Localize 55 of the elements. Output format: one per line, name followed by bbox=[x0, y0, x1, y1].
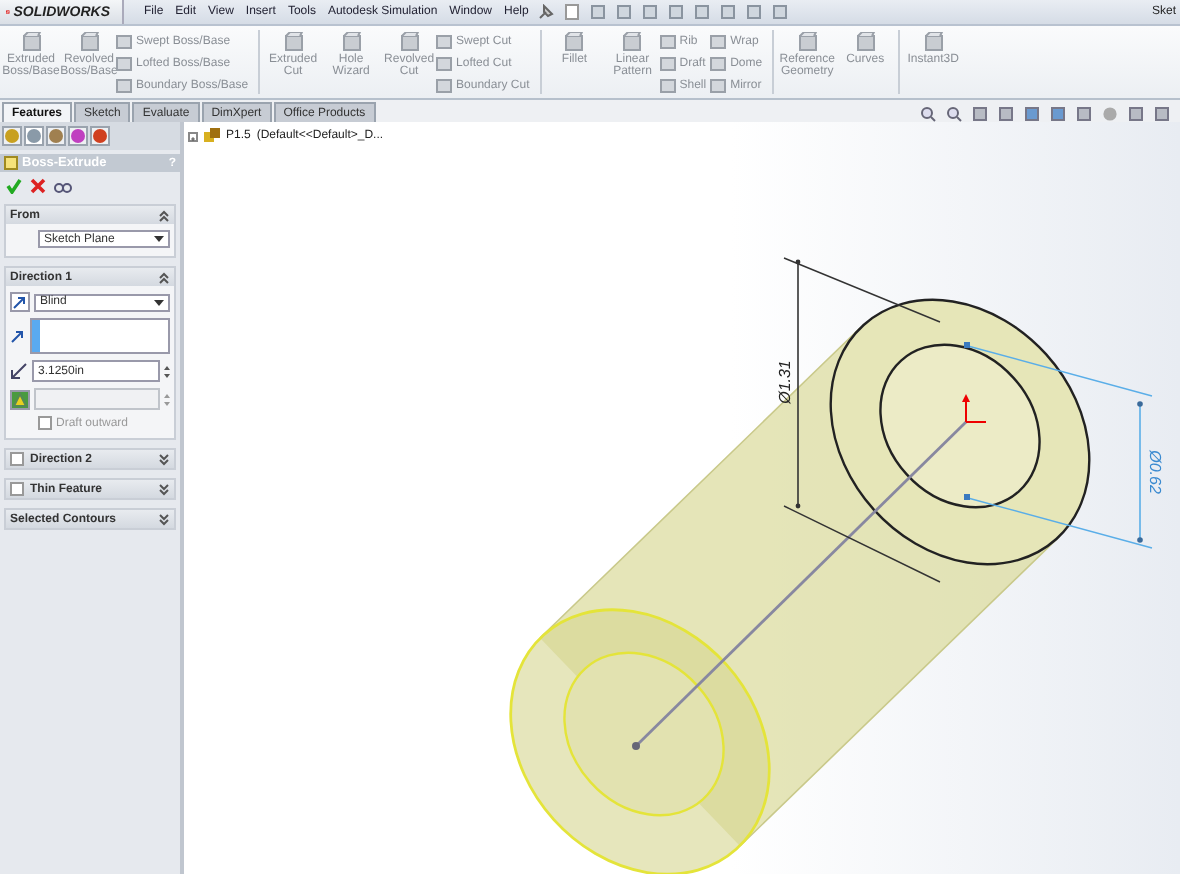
collapse-button[interactable] bbox=[158, 513, 170, 525]
checkbox[interactable] bbox=[38, 416, 52, 430]
feature-icon bbox=[923, 32, 944, 52]
draft-icon bbox=[12, 391, 28, 407]
preview-button[interactable] bbox=[54, 178, 72, 194]
glasses-icon bbox=[54, 178, 72, 194]
chevron-up-icon bbox=[158, 209, 170, 221]
draft-angle-field[interactable] bbox=[34, 388, 160, 410]
caret-icon bbox=[154, 236, 164, 242]
chevron-up-icon bbox=[158, 271, 170, 283]
chevron-down-icon bbox=[158, 483, 170, 495]
feature-icon bbox=[855, 32, 876, 52]
zoom-fit-icon bbox=[920, 105, 936, 121]
feature-icon bbox=[399, 32, 420, 52]
checkbox[interactable] bbox=[10, 452, 24, 466]
direction-field[interactable] bbox=[30, 318, 170, 354]
arrow-icon bbox=[12, 294, 28, 310]
feature-icon bbox=[283, 32, 304, 52]
cancel-button[interactable] bbox=[30, 178, 46, 194]
feature-icon bbox=[21, 32, 41, 52]
feature-icon bbox=[79, 32, 99, 52]
selection-marker bbox=[32, 320, 40, 352]
checkbox[interactable] bbox=[10, 482, 24, 496]
close-icon bbox=[30, 178, 46, 194]
new-document-icon bbox=[564, 4, 581, 20]
feature-icon bbox=[4, 156, 18, 170]
dimension-label[interactable]: Ø0.62 bbox=[1146, 450, 1164, 494]
toolbar-button[interactable] bbox=[918, 104, 938, 122]
draft-button[interactable] bbox=[10, 389, 30, 409]
toolbar-button[interactable] bbox=[562, 2, 583, 22]
feature-icon bbox=[797, 32, 818, 52]
chevron-down-icon bbox=[158, 453, 170, 465]
collapse-button[interactable] bbox=[158, 483, 170, 495]
pin-icon bbox=[536, 3, 555, 21]
feature-icon bbox=[341, 32, 362, 52]
feature-icon bbox=[622, 32, 643, 52]
spinner-icon bbox=[164, 363, 170, 379]
spinner-icon bbox=[164, 391, 170, 407]
depth-icon bbox=[10, 362, 28, 380]
origin-icon bbox=[962, 394, 987, 423]
checkmark-icon bbox=[6, 178, 22, 194]
arrow-icon bbox=[10, 328, 26, 344]
reverse-direction-button[interactable] bbox=[10, 292, 30, 312]
feature-icon bbox=[564, 32, 585, 52]
dimension-line bbox=[1137, 401, 1143, 543]
collapse-button[interactable] bbox=[158, 453, 170, 465]
part-icon bbox=[204, 128, 220, 144]
collapse-button[interactable] bbox=[158, 209, 170, 221]
toolbar-button[interactable] bbox=[944, 104, 964, 122]
zoom-area-icon bbox=[946, 105, 962, 121]
caret-icon bbox=[154, 299, 164, 305]
collapse-button[interactable] bbox=[158, 271, 170, 283]
chevron-down-icon bbox=[158, 513, 170, 525]
dimension-label[interactable]: Ø1.31 bbox=[776, 360, 794, 404]
ok-button[interactable] bbox=[6, 178, 22, 194]
